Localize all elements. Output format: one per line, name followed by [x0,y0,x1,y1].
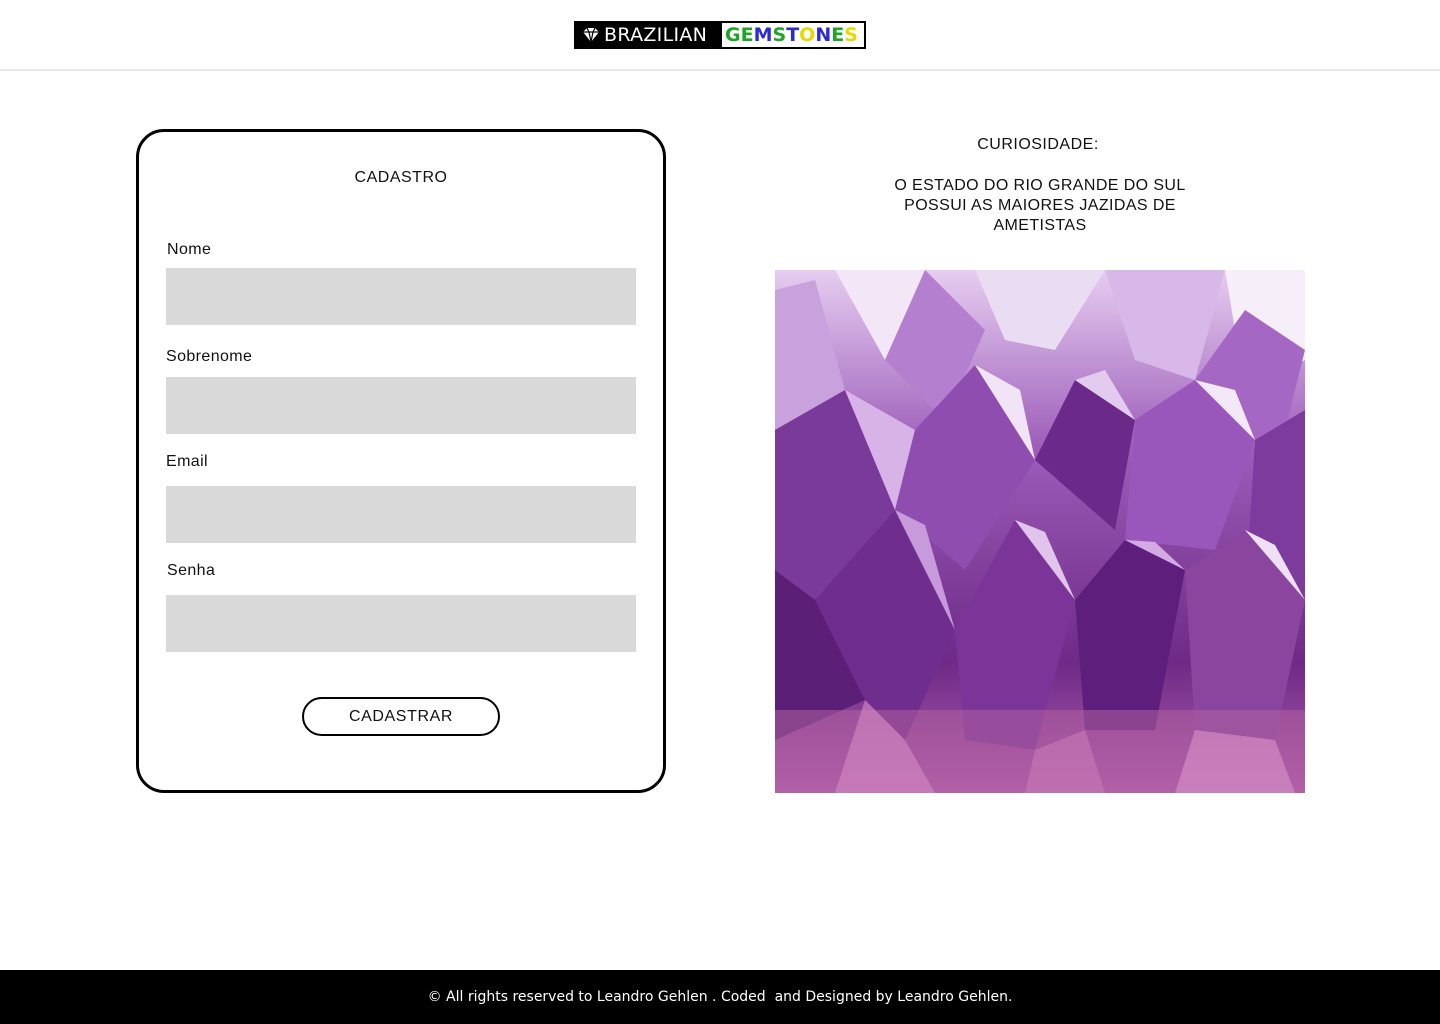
sobrenome-label: Sobrenome [166,348,253,365]
logo-letter: T [786,24,800,46]
logo-letter: E [740,24,754,46]
sobrenome-input[interactable] [166,377,636,434]
signup-form-card: CADASTRO Nome Sobrenome Email Senha CADA… [136,129,666,793]
logo-letter: S [844,24,858,46]
site-header: BRAZILIAN GEMSTONES [0,0,1440,71]
senha-input[interactable] [166,595,636,652]
copyright-text: © All rights reserved to Leandro Gehlen … [427,989,1013,1005]
email-input[interactable] [166,486,636,543]
logo-letter: S [772,24,787,46]
site-footer: © All rights reserved to Leandro Gehlen … [0,970,1440,1024]
curiosity-title: CURIOSIDADE: [977,136,1099,153]
logo-letter: O [799,24,816,46]
senha-label: Senha [167,562,216,579]
cadastrar-button[interactable]: CADASTRAR [302,697,500,736]
email-label: Email [166,453,209,470]
logo-word-gemstones: GEMSTONES [722,23,858,47]
logo-word-brazilian: BRAZILIAN [604,24,708,46]
amethyst-photo [775,270,1305,793]
logo-letter: G [725,24,741,46]
logo-letter: E [831,24,845,46]
logo-letter: N [815,24,832,46]
diamond-icon [583,27,599,43]
nome-label: Nome [167,241,212,258]
form-title: CADASTRO [354,169,448,186]
logo-dark-block: BRAZILIAN [576,23,722,47]
brand-logo[interactable]: BRAZILIAN GEMSTONES [574,21,866,49]
nome-input[interactable] [166,268,636,325]
curiosity-text: O ESTADO DO RIO GRANDE DO SUL POSSUI AS … [894,177,1186,234]
logo-letter: M [753,24,773,46]
